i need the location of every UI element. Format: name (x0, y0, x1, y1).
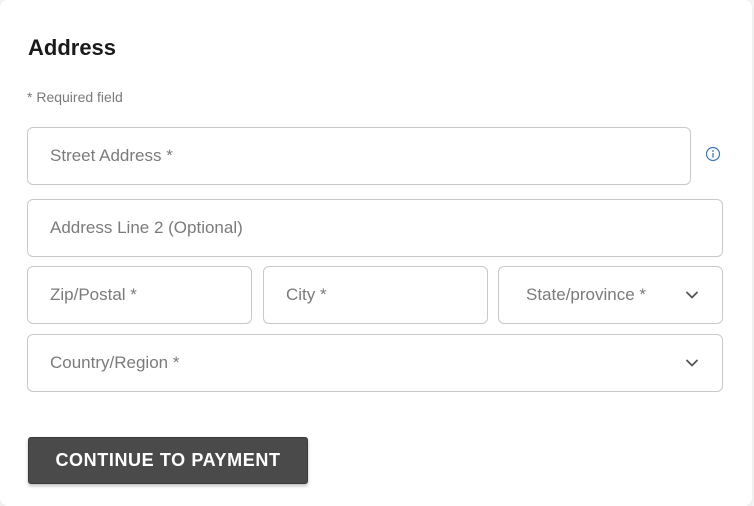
continue-to-payment-button[interactable]: CONTINUE TO PAYMENT (28, 437, 308, 484)
state-province-placeholder: State/province * (526, 285, 647, 304)
city-placeholder: City * (286, 285, 327, 304)
chevron-down-icon (686, 359, 698, 367)
address-line-2-input[interactable]: Address Line 2 (Optional) (27, 199, 723, 257)
state-province-select[interactable]: State/province * (498, 266, 723, 324)
city-input[interactable]: City * (263, 266, 488, 324)
country-region-select[interactable]: Country/Region * (27, 334, 723, 392)
street-address-placeholder: Street Address * (50, 146, 173, 165)
zip-postal-input[interactable]: Zip/Postal * (27, 266, 252, 324)
chevron-down-icon (686, 291, 698, 299)
street-address-input[interactable]: Street Address * (27, 127, 691, 185)
info-icon[interactable] (705, 146, 721, 162)
address-line-2-placeholder: Address Line 2 (Optional) (50, 218, 243, 237)
section-title: Address (28, 35, 117, 60)
required-field-note: * Required field (27, 89, 123, 105)
address-card: Address * Required field Street Address … (0, 0, 752, 506)
country-region-placeholder: Country/Region * (50, 353, 180, 372)
zip-postal-placeholder: Zip/Postal * (50, 285, 137, 304)
